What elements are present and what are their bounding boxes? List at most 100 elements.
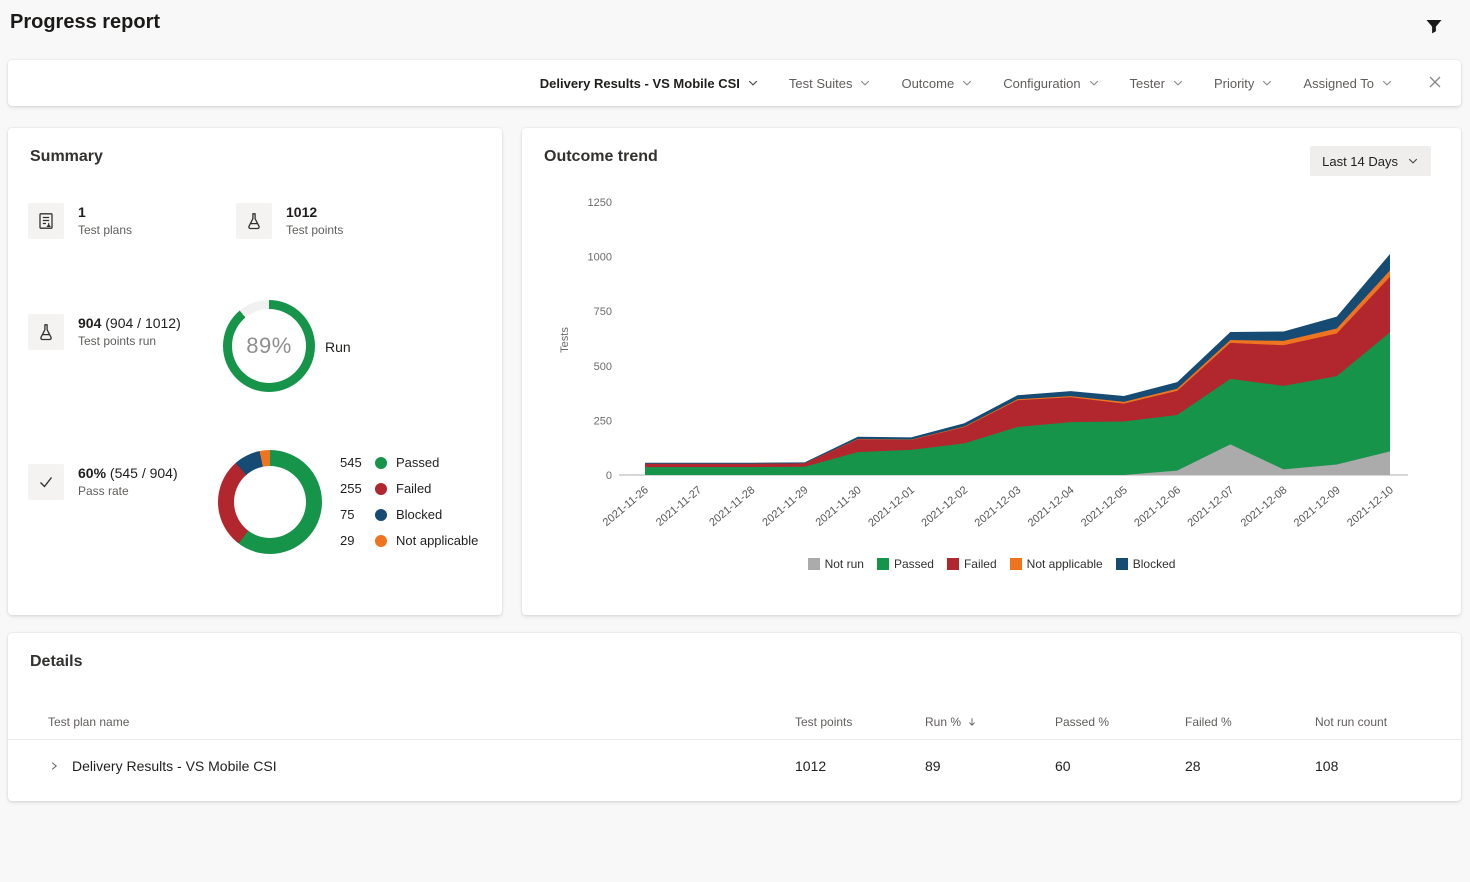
filter-dropdown-priority[interactable]: Priority bbox=[1214, 76, 1273, 91]
filter-dropdown-label: Assigned To bbox=[1303, 76, 1374, 91]
legend-count: 29 bbox=[340, 532, 366, 550]
stat-test-points-value: 1012 bbox=[286, 203, 343, 221]
chevron-down-icon bbox=[1381, 77, 1393, 89]
svg-text:2021-12-09: 2021-12-09 bbox=[1292, 484, 1343, 529]
details-title: Details bbox=[30, 653, 82, 671]
stat-test-plans-label: Test plans bbox=[78, 223, 132, 237]
chevron-down-icon bbox=[859, 77, 871, 89]
column-header-test-plan-name[interactable]: Test plan name bbox=[8, 715, 795, 729]
trend-legend-item-passed: Passed bbox=[877, 557, 934, 571]
legend-label: Passed bbox=[396, 454, 439, 472]
svg-text:2021-12-07: 2021-12-07 bbox=[1185, 484, 1236, 529]
close-icon[interactable] bbox=[1427, 74, 1445, 92]
filter-dropdown-label: Tester bbox=[1130, 76, 1165, 91]
run-donut-chart: 89% bbox=[223, 300, 315, 392]
stat-pass-rate: 60% (545 / 904) Pass rate bbox=[28, 464, 178, 500]
legend-dot bbox=[375, 457, 387, 469]
svg-text:500: 500 bbox=[594, 361, 612, 373]
column-header-run-percent[interactable]: Run % bbox=[925, 715, 1055, 729]
filter-dropdown-label: Outcome bbox=[901, 76, 954, 91]
svg-text:2021-12-08: 2021-12-08 bbox=[1239, 484, 1290, 529]
row-test-points: 1012 bbox=[795, 758, 925, 774]
filter-dropdown-group: Test Suites Outcome Configuration Tester Pri… bbox=[789, 76, 1393, 91]
outcome-donut-chart bbox=[218, 450, 322, 554]
column-header-not-run-count[interactable]: Not run count bbox=[1315, 715, 1461, 729]
svg-text:2021-12-04: 2021-12-04 bbox=[1026, 484, 1077, 529]
svg-text:1000: 1000 bbox=[588, 252, 612, 264]
row-not-run-count: 108 bbox=[1315, 758, 1461, 774]
details-card: Details Test plan name Test points Run %… bbox=[8, 633, 1461, 801]
chevron-down-icon bbox=[961, 77, 973, 89]
legend-count: 255 bbox=[340, 480, 366, 498]
trend-legend: Not run Passed Failed Not applicable Blocked bbox=[522, 557, 1461, 571]
run-percent-value: 89% bbox=[246, 333, 292, 359]
svg-text:2021-12-06: 2021-12-06 bbox=[1132, 484, 1183, 529]
filter-dropdown-test-plan[interactable]: Delivery Results - VS Mobile CSI bbox=[540, 76, 759, 91]
column-header-test-points[interactable]: Test points bbox=[795, 715, 925, 729]
legend-count: 545 bbox=[340, 454, 366, 472]
filter-dropdown-tester[interactable]: Tester bbox=[1130, 76, 1184, 91]
svg-text:2021-12-02: 2021-12-02 bbox=[919, 484, 970, 529]
stat-test-points-label: Test points bbox=[286, 223, 343, 237]
svg-text:750: 750 bbox=[594, 306, 612, 318]
filter-items: Delivery Results - VS Mobile CSI Test Su… bbox=[540, 74, 1461, 92]
trend-legend-item-not-applicable: Not applicable bbox=[1010, 557, 1103, 571]
svg-text:1250: 1250 bbox=[588, 197, 612, 209]
legend-swatch bbox=[1010, 558, 1022, 570]
stat-test-points-run-label: Test points run bbox=[78, 334, 181, 348]
legend-label: Not applicable bbox=[396, 532, 478, 550]
stat-test-points-run-value: 904 (904 / 1012) bbox=[78, 314, 181, 332]
trend-legend-item-failed: Failed bbox=[947, 557, 997, 571]
legend-item-not-applicable: 29 Not applicable bbox=[340, 532, 478, 550]
legend-item-passed: 545 Passed bbox=[340, 454, 478, 472]
svg-text:2021-12-05: 2021-12-05 bbox=[1079, 484, 1130, 529]
filter-dropdown-configuration[interactable]: Configuration bbox=[1003, 76, 1099, 91]
checkmark-icon bbox=[28, 464, 64, 500]
flask-icon bbox=[28, 314, 64, 350]
trend-area-chart: 025050075010001250Tests2021-11-262021-11… bbox=[522, 128, 1461, 615]
outcome-donut-legend: 545 Passed 255Failed 75 Blocked 29 Not applica… bbox=[340, 454, 478, 550]
legend-count: 75 bbox=[340, 506, 366, 524]
test-plan-icon bbox=[28, 203, 64, 239]
chevron-down-icon bbox=[1172, 77, 1184, 89]
column-header-passed-percent[interactable]: Passed % bbox=[1055, 715, 1185, 729]
filter-bar: Delivery Results - VS Mobile CSI Test Su… bbox=[8, 60, 1461, 106]
stat-test-points-run: 904 (904 / 1012) Test points run bbox=[28, 314, 181, 350]
legend-swatch bbox=[1116, 558, 1128, 570]
stat-test-points: 1012 Test points bbox=[236, 203, 343, 239]
svg-text:2021-11-30: 2021-11-30 bbox=[814, 484, 864, 529]
svg-text:2021-11-28: 2021-11-28 bbox=[707, 484, 757, 529]
filter-dropdown-label: Configuration bbox=[1003, 76, 1080, 91]
filter-dropdown-label: Priority bbox=[1214, 76, 1254, 91]
legend-label: Failed bbox=[964, 557, 997, 571]
column-header-failed-percent[interactable]: Failed % bbox=[1185, 715, 1315, 729]
chevron-right-icon[interactable] bbox=[48, 760, 60, 772]
row-failed-percent: 28 bbox=[1185, 758, 1315, 774]
sort-descending-icon bbox=[966, 716, 978, 728]
filter-dropdown-assigned-to[interactable]: Assigned To bbox=[1303, 76, 1393, 91]
filter-dropdown-outcome[interactable]: Outcome bbox=[901, 76, 973, 91]
stat-test-plans-value: 1 bbox=[78, 203, 132, 221]
row-run-percent: 89 bbox=[925, 758, 1055, 774]
legend-dot bbox=[375, 483, 387, 495]
chevron-down-icon bbox=[1088, 77, 1100, 89]
legend-item-failed: 255Failed bbox=[340, 480, 478, 498]
trend-legend-item-blocked: Blocked bbox=[1116, 557, 1176, 571]
svg-text:2021-12-10: 2021-12-10 bbox=[1345, 484, 1396, 529]
svg-text:250: 250 bbox=[594, 415, 612, 427]
stat-pass-rate-label: Pass rate bbox=[78, 484, 178, 498]
legend-label: Blocked bbox=[396, 506, 442, 524]
filter-icon[interactable] bbox=[1424, 16, 1444, 36]
svg-text:2021-11-26: 2021-11-26 bbox=[601, 484, 651, 529]
filter-dropdown-test-suites[interactable]: Test Suites bbox=[789, 76, 872, 91]
chevron-down-icon bbox=[1261, 77, 1273, 89]
legend-swatch bbox=[808, 558, 820, 570]
trend-legend-item-not-run: Not run bbox=[808, 557, 864, 571]
flask-icon bbox=[236, 203, 272, 239]
stat-pass-rate-value: 60% (545 / 904) bbox=[78, 464, 178, 482]
legend-label: Blocked bbox=[1133, 557, 1176, 571]
filter-dropdown-label: Test Suites bbox=[789, 76, 853, 91]
outcome-trend-card: Outcome trend Last 14 Days 0250500750100… bbox=[522, 128, 1461, 615]
legend-dot bbox=[375, 509, 387, 521]
table-row[interactable]: Delivery Results - VS Mobile CSI 1012 89… bbox=[8, 740, 1461, 792]
